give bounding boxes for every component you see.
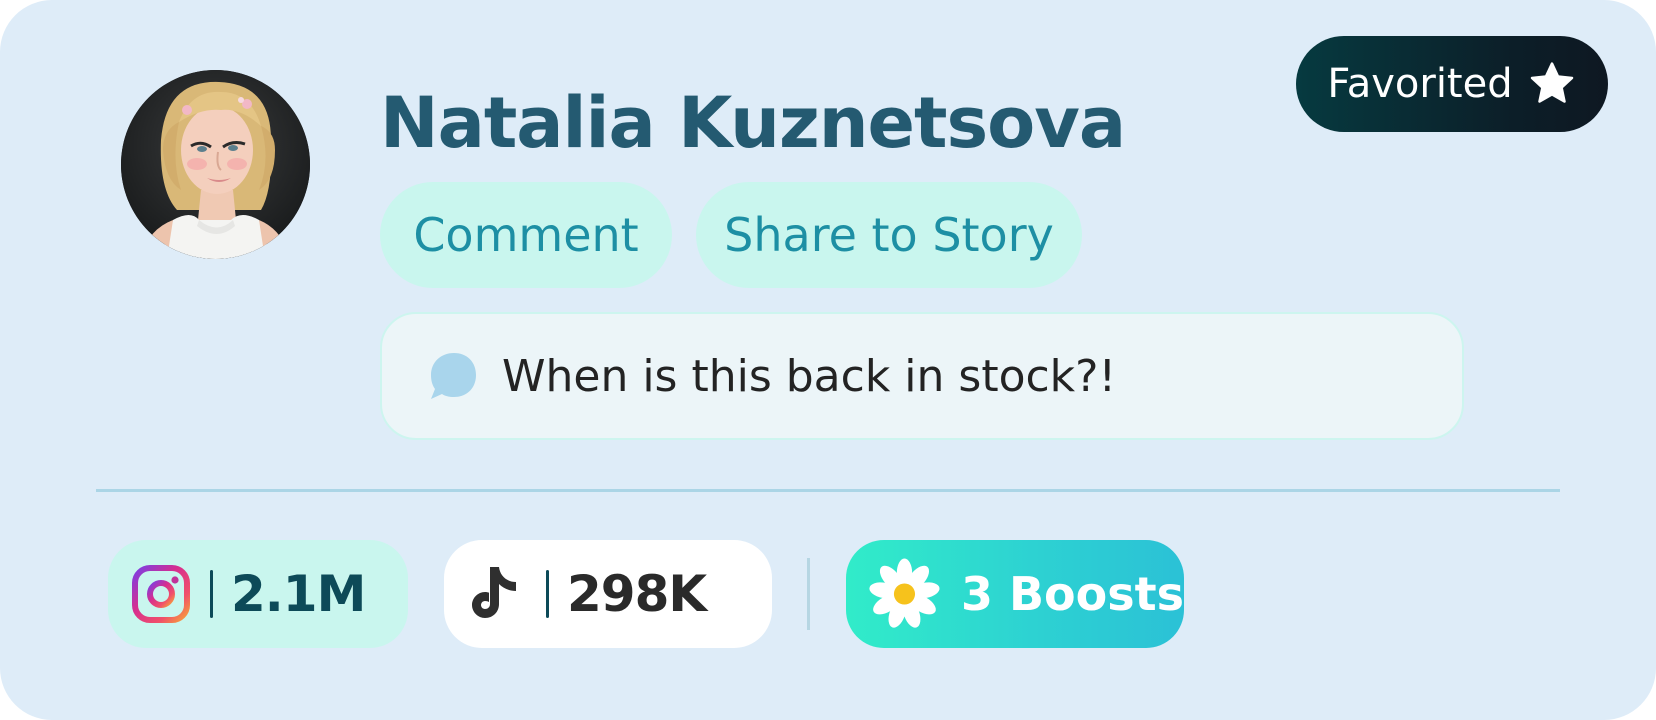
instagram-icon-wrap bbox=[130, 563, 192, 625]
speech-bubble-icon bbox=[431, 353, 476, 399]
avatar[interactable] bbox=[121, 70, 310, 259]
daisy-icon bbox=[869, 558, 940, 628]
favorited-button[interactable]: Favorited bbox=[1296, 36, 1608, 132]
share-to-story-label: Share to Story bbox=[724, 208, 1054, 262]
boosts-button[interactable]: 3 Boosts bbox=[846, 540, 1184, 648]
instagram-separator bbox=[210, 570, 213, 618]
comment-button[interactable]: Comment bbox=[380, 182, 672, 288]
comment-button-label: Comment bbox=[413, 208, 639, 262]
instagram-stat[interactable]: 2.1M bbox=[108, 540, 408, 648]
tiktok-stat[interactable]: 298K bbox=[444, 540, 772, 648]
tiktok-separator bbox=[546, 570, 549, 618]
boosts-label: 3 Boosts bbox=[960, 567, 1184, 621]
comment-message: When is this back in stock?! bbox=[380, 312, 1464, 440]
tiktok-icon bbox=[472, 567, 516, 618]
tiktok-follower-count: 298K bbox=[567, 565, 707, 623]
creator-card: Natalia Kuznetsova Favorited Comment Sha… bbox=[0, 0, 1656, 720]
avatar-image bbox=[121, 70, 310, 259]
star-icon bbox=[1530, 62, 1573, 103]
instagram-icon bbox=[132, 565, 190, 623]
profile-name: Natalia Kuznetsova bbox=[380, 82, 1126, 164]
comment-text: When is this back in stock?! bbox=[502, 350, 1117, 402]
share-to-story-button[interactable]: Share to Story bbox=[696, 182, 1082, 288]
stats-divider bbox=[807, 558, 810, 630]
instagram-follower-count: 2.1M bbox=[231, 565, 366, 623]
tiktok-icon-wrap bbox=[466, 563, 528, 625]
favorited-label: Favorited bbox=[1327, 61, 1513, 107]
section-divider bbox=[96, 489, 1560, 492]
